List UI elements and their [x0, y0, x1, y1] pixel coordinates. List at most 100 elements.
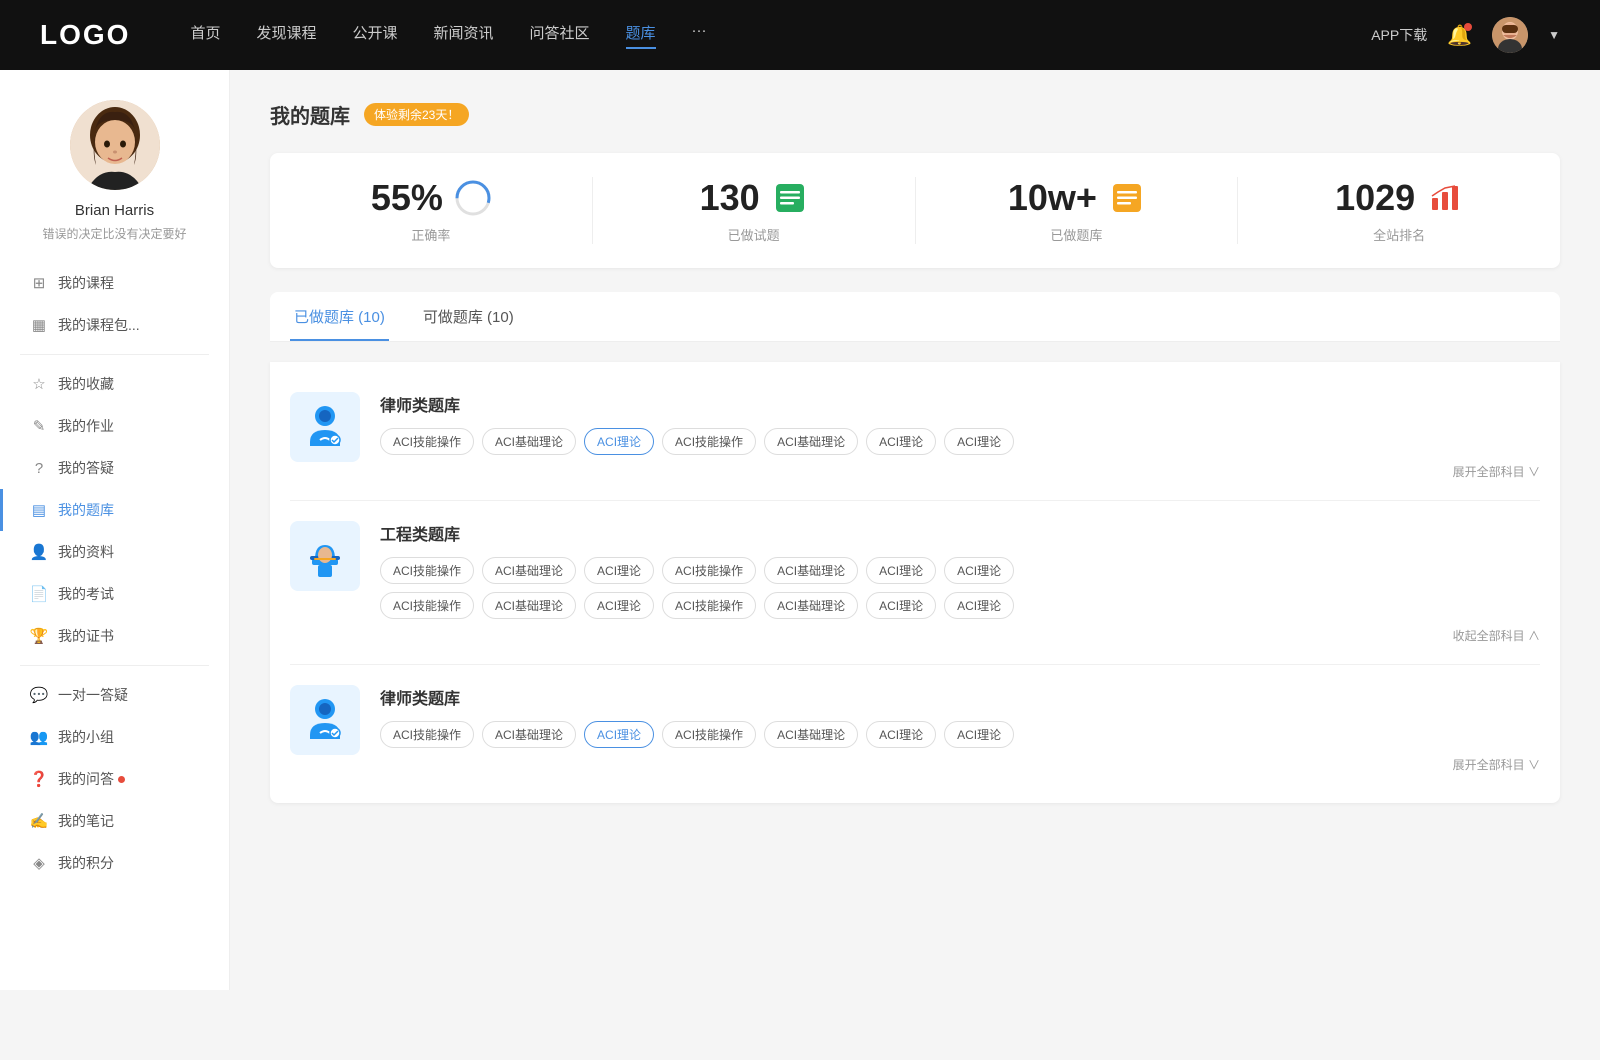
list-orange-icon: [1109, 180, 1145, 216]
bank-tag[interactable]: ACI技能操作: [380, 428, 474, 455]
sidebar-item-notes[interactable]: ✍ 我的笔记: [0, 800, 229, 842]
avatar-image: [1492, 17, 1528, 53]
notification-dot: [1464, 23, 1472, 31]
bank-card-lawyer-2: 律师类题库 ACI技能操作 ACI基础理论 ACI理论 ACI技能操作 ACI基…: [290, 665, 1540, 793]
bank-tag[interactable]: ACI理论: [584, 557, 654, 584]
sidebar-item-label: 一对一答疑: [58, 685, 128, 705]
bank-title-lawyer-1: 律师类题库: [380, 392, 1540, 416]
bank-tag[interactable]: ACI技能操作: [662, 592, 756, 619]
sidebar-item-exam[interactable]: 📄 我的考试: [0, 573, 229, 615]
tabs-row: 已做题库 (10) 可做题库 (10): [270, 292, 1560, 342]
bank-tag[interactable]: ACI技能操作: [662, 557, 756, 584]
stat-done-banks: 10w+ 已做题库: [916, 177, 1239, 244]
trial-badge: 体验剩余23天！: [364, 103, 469, 126]
stat-number-2: 130: [700, 177, 760, 219]
nav-news[interactable]: 新闻资讯: [434, 22, 494, 49]
user-menu-chevron[interactable]: ▼: [1548, 28, 1560, 42]
stat-label-4: 全站排名: [1373, 225, 1425, 244]
sidebar-avatar: [70, 100, 160, 190]
bank-tag-active[interactable]: ACI理论: [584, 428, 654, 455]
bank-expand-engineer[interactable]: 收起全部科目 ∧: [380, 627, 1540, 644]
bank-tag[interactable]: ACI技能操作: [380, 557, 474, 584]
bank-tag[interactable]: ACI基础理论: [482, 428, 576, 455]
bank-tag[interactable]: ACI理论: [866, 592, 936, 619]
sidebar-item-course-pack[interactable]: ▦ 我的课程包...: [0, 304, 229, 346]
qa-icon: ?: [30, 459, 48, 477]
sidebar-item-my-qa[interactable]: ❓ 我的问答: [0, 758, 229, 800]
tab-available-banks[interactable]: 可做题库 (10): [419, 292, 518, 341]
navbar-right: APP下载 🔔 ▼: [1371, 17, 1560, 53]
bank-tag[interactable]: ACI理论: [944, 557, 1014, 584]
bank-tag[interactable]: ACI基础理论: [764, 557, 858, 584]
sidebar-item-qa[interactable]: ? 我的答疑: [0, 447, 229, 489]
sidebar-item-certificate[interactable]: 🏆 我的证书: [0, 615, 229, 657]
bank-tag[interactable]: ACI技能操作: [662, 428, 756, 455]
page-layout: Brian Harris 错误的决定比没有决定要好 ⊞ 我的课程 ▦ 我的课程包…: [0, 70, 1600, 990]
sidebar-item-question-bank[interactable]: ▤ 我的题库: [0, 489, 229, 531]
bank-tag[interactable]: ACI理论: [866, 557, 936, 584]
bank-tag-active[interactable]: ACI理论: [584, 721, 654, 748]
tab-done-banks[interactable]: 已做题库 (10): [290, 292, 389, 341]
sidebar-item-favorites[interactable]: ☆ 我的收藏: [0, 363, 229, 405]
bank-body-lawyer-2: 律师类题库 ACI技能操作 ACI基础理论 ACI理论 ACI技能操作 ACI基…: [380, 685, 1540, 773]
sidebar-menu: ⊞ 我的课程 ▦ 我的课程包... ☆ 我的收藏 ✎ 我的作业 ? 我的答疑 ▤: [0, 262, 229, 884]
bank-tag[interactable]: ACI理论: [944, 428, 1014, 455]
app-download-btn[interactable]: APP下载: [1371, 25, 1427, 45]
sidebar-item-label: 我的课程: [58, 273, 114, 293]
sidebar-item-profile[interactable]: 👤 我的资料: [0, 531, 229, 573]
bank-tag[interactable]: ACI理论: [944, 592, 1014, 619]
bank-title-engineer: 工程类题库: [380, 521, 1540, 545]
bank-icon-lawyer-1: [290, 392, 360, 462]
stat-number-4: 1029: [1335, 177, 1415, 219]
bank-tag[interactable]: ACI理论: [584, 592, 654, 619]
nav-menu: 首页 发现课程 公开课 新闻资讯 问答社区 题库 ···: [190, 22, 1371, 49]
nav-more[interactable]: ···: [692, 22, 707, 49]
favorites-icon: ☆: [30, 375, 48, 393]
stat-top-4: 1029: [1335, 177, 1463, 219]
bank-tag[interactable]: ACI技能操作: [380, 721, 474, 748]
bank-tag[interactable]: ACI技能操作: [380, 592, 474, 619]
sidebar-motto: 错误的决定比没有决定要好: [42, 225, 186, 242]
nav-question-bank[interactable]: 题库: [626, 22, 656, 49]
my-qa-icon: ❓: [30, 770, 48, 788]
bank-tag[interactable]: ACI基础理论: [764, 592, 858, 619]
bank-tag[interactable]: ACI理论: [944, 721, 1014, 748]
stat-site-rank: 1029 全站排名: [1238, 177, 1560, 244]
nav-home[interactable]: 首页: [190, 22, 220, 49]
stat-label-2: 已做试题: [728, 225, 780, 244]
bank-tag[interactable]: ACI技能操作: [662, 721, 756, 748]
stat-number-3: 10w+: [1008, 177, 1097, 219]
sidebar-item-my-course[interactable]: ⊞ 我的课程: [0, 262, 229, 304]
page-title: 我的题库: [270, 100, 350, 129]
homework-icon: ✎: [30, 417, 48, 435]
notification-bell[interactable]: 🔔: [1447, 23, 1472, 48]
bank-tag[interactable]: ACI理论: [866, 428, 936, 455]
bank-expand-lawyer-1[interactable]: 展开全部科目 ∨: [380, 463, 1540, 480]
bank-card-lawyer-1: 律师类题库 ACI技能操作 ACI基础理论 ACI理论 ACI技能操作 ACI基…: [290, 372, 1540, 501]
bank-tag[interactable]: ACI基础理论: [482, 592, 576, 619]
bank-tag[interactable]: ACI基础理论: [482, 557, 576, 584]
user-avatar[interactable]: [1492, 17, 1528, 53]
nav-open-course[interactable]: 公开课: [352, 22, 397, 49]
bank-tag[interactable]: ACI基础理论: [764, 721, 858, 748]
sidebar-item-group[interactable]: 👥 我的小组: [0, 716, 229, 758]
pie-chart-icon: [455, 180, 491, 216]
bank-expand-lawyer-2[interactable]: 展开全部科目 ∨: [380, 756, 1540, 773]
stat-top-3: 10w+: [1008, 177, 1145, 219]
sidebar-item-points[interactable]: ◈ 我的积分: [0, 842, 229, 884]
bank-tag[interactable]: ACI基础理论: [482, 721, 576, 748]
nav-discover[interactable]: 发现课程: [256, 22, 316, 49]
nav-qa[interactable]: 问答社区: [530, 22, 590, 49]
bank-tag[interactable]: ACI理论: [866, 721, 936, 748]
bank-tags-lawyer-2: ACI技能操作 ACI基础理论 ACI理论 ACI技能操作 ACI基础理论 AC…: [380, 721, 1540, 748]
sidebar-divider-2: [20, 665, 209, 666]
sidebar-item-label: 我的笔记: [58, 811, 114, 831]
sidebar-item-label: 我的作业: [58, 416, 114, 436]
navbar: LOGO 首页 发现课程 公开课 新闻资讯 问答社区 题库 ··· APP下载 …: [0, 0, 1600, 70]
bank-body-lawyer-1: 律师类题库 ACI技能操作 ACI基础理论 ACI理论 ACI技能操作 ACI基…: [380, 392, 1540, 480]
bank-icon-lawyer-2: [290, 685, 360, 755]
sidebar-item-homework[interactable]: ✎ 我的作业: [0, 405, 229, 447]
sidebar-item-1on1[interactable]: 💬 一对一答疑: [0, 674, 229, 716]
certificate-icon: 🏆: [30, 627, 48, 645]
bank-tag[interactable]: ACI基础理论: [764, 428, 858, 455]
